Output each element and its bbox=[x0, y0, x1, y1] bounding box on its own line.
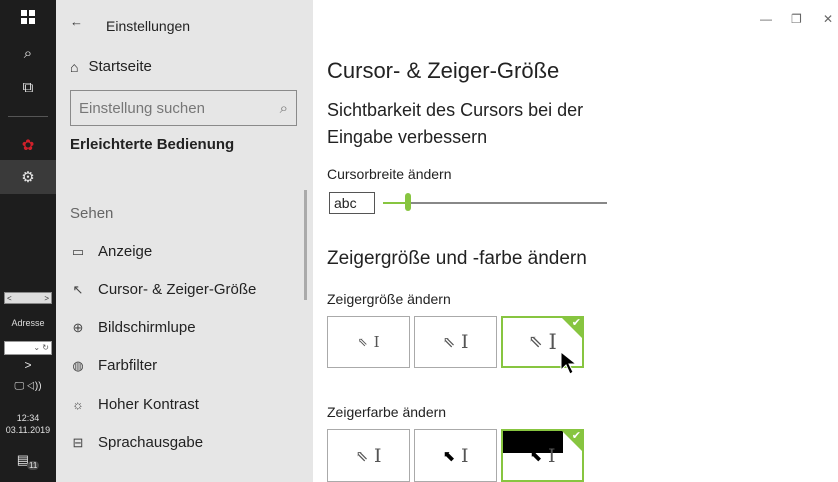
checkmark-icon: ✔ bbox=[571, 316, 581, 329]
category-heading[interactable]: Erleichterte Bedienung bbox=[70, 136, 234, 153]
pointer-arrow-icon: ⇖ bbox=[357, 335, 368, 349]
app-flower-icon[interactable]: ✿ bbox=[0, 128, 56, 162]
sun-icon: ☼ bbox=[72, 397, 84, 412]
scroll-left-icon[interactable]: < bbox=[7, 294, 12, 303]
monitor-icon: ▭ bbox=[71, 243, 85, 259]
pointer-section-heading: Zeigergröße und -farbe ändern bbox=[327, 248, 587, 269]
settings-search-input[interactable]: Einstellung suchen ⌕ bbox=[70, 90, 297, 126]
sidebar-item-label: Anzeige bbox=[98, 243, 153, 260]
sidebar-item-anzeige[interactable]: ▭ Anzeige bbox=[70, 243, 152, 260]
clock-date: 03.11.2019 bbox=[5, 425, 51, 435]
address-input[interactable]: ⌄ ↻ bbox=[4, 341, 52, 355]
section-heading: Sichtbarkeit des Cursors bei der Eingabe… bbox=[327, 100, 584, 147]
notification-count: 11 bbox=[26, 460, 40, 470]
text-cursor-icon: I bbox=[461, 444, 469, 467]
task-view-icon[interactable]: ⧉ bbox=[0, 70, 56, 104]
cursor-preview: abc bbox=[329, 192, 375, 214]
magnifier-icon: ⊕ bbox=[72, 319, 84, 335]
main-content: — ❐ ✕ Cursor- & Zeiger-Größe Sichtbarkei… bbox=[313, 0, 838, 482]
checkmark-icon: ✔ bbox=[571, 429, 581, 442]
clock-time: 12:34 bbox=[16, 413, 40, 423]
page-title: Cursor- & Zeiger-Größe bbox=[327, 58, 560, 83]
pointer-size-label: Zeigergröße ändern bbox=[327, 291, 451, 307]
pointer-color-label: Zeigerfarbe ändern bbox=[327, 404, 447, 420]
back-arrow-icon[interactable]: ← bbox=[70, 14, 83, 29]
pointer-arrow-icon: ⬉ bbox=[442, 446, 456, 465]
mouse-pointer-icon bbox=[560, 350, 578, 375]
pointer-arrow-icon: ⬉ bbox=[529, 446, 543, 465]
search-placeholder: Einstellung suchen bbox=[79, 99, 205, 117]
sidebar-item-narrator[interactable]: ⊟ Sprachausgabe bbox=[70, 434, 204, 451]
minimize-button[interactable]: — bbox=[760, 12, 772, 26]
cursor-width-slider-thumb[interactable] bbox=[405, 193, 411, 211]
sidebar-item-label: Cursor- & Zeiger-Größe bbox=[98, 281, 257, 298]
group-heading: Sehen bbox=[70, 205, 114, 222]
cursor-width-slider-track[interactable] bbox=[383, 202, 607, 204]
restore-button[interactable]: ❐ bbox=[791, 12, 802, 26]
cursor-preview-text: abc bbox=[334, 195, 357, 211]
pointer-size-option-small[interactable]: ⇖ I bbox=[327, 316, 410, 368]
pointer-arrow-icon: ⇖ bbox=[442, 333, 456, 351]
text-cursor-icon: I bbox=[373, 333, 380, 351]
home-icon: ⌂ bbox=[70, 58, 79, 75]
taskbar-divider bbox=[8, 116, 48, 117]
sidebar-item-color-filter[interactable]: ◍ Farbfilter bbox=[70, 357, 157, 374]
cursor-width-label: Cursorbreite ändern bbox=[327, 166, 452, 182]
scroll-right-icon[interactable]: > bbox=[44, 294, 49, 303]
sidebar-item-label: Bildschirmlupe bbox=[98, 319, 196, 336]
tray-icons[interactable]: 🖵 ◁)) bbox=[0, 376, 56, 396]
sidebar-item-high-contrast[interactable]: ☼ Hoher Kontrast bbox=[70, 396, 199, 413]
sidebar-item-label: Farbfilter bbox=[98, 357, 158, 374]
address-go-icon[interactable]: > bbox=[0, 356, 56, 374]
pointer-arrow-icon: ⇖ bbox=[528, 332, 543, 352]
settings-sidebar: ← Einstellungen ⌂ Startseite Einstellung… bbox=[56, 0, 313, 482]
start-button[interactable] bbox=[0, 0, 56, 34]
narrator-icon: ⊟ bbox=[72, 434, 84, 450]
clock[interactable]: 12:34 03.11.2019 bbox=[0, 412, 56, 436]
text-cursor-icon: I bbox=[374, 444, 382, 467]
app-title: Einstellungen bbox=[106, 18, 191, 34]
search-icon[interactable]: ⌕ bbox=[0, 36, 56, 70]
settings-gear-icon[interactable]: ⚙ bbox=[0, 160, 56, 194]
palette-icon: ◍ bbox=[72, 357, 84, 373]
taskbar-scroller[interactable]: < > bbox=[4, 292, 52, 304]
address-label: Adresse bbox=[11, 318, 45, 328]
sidebar-item-label: Hoher Kontrast bbox=[98, 396, 199, 413]
pointer-arrow-icon: ⇖ bbox=[355, 446, 369, 465]
sidebar-scrollbar[interactable] bbox=[304, 190, 307, 300]
pointer-color-option-inverted[interactable]: ⬉ I ✔ bbox=[501, 429, 584, 482]
search-icon: ⌕ bbox=[279, 99, 288, 117]
home-label: Startseite bbox=[88, 58, 152, 75]
windows-icon bbox=[21, 10, 35, 24]
close-button[interactable]: ✕ bbox=[823, 12, 833, 26]
pointer-color-option-black[interactable]: ⬉ I bbox=[414, 429, 497, 482]
settings-window: ⌕ ⧉ ✿ ⚙ < > Adresse ⌄ ↻ > 🖵 ◁)) 12:34 03… bbox=[0, 0, 838, 482]
sidebar-item-label: Sprachausgabe bbox=[98, 434, 204, 451]
pointer-color-option-white[interactable]: ⇖ I bbox=[327, 429, 410, 482]
notification-center-button[interactable]: ▤ 11 bbox=[0, 444, 56, 476]
home-nav-item[interactable]: ⌂ Startseite bbox=[70, 58, 152, 75]
text-cursor-icon: I bbox=[548, 330, 557, 354]
cursor-icon: ↖ bbox=[72, 281, 84, 297]
taskbar: ⌕ ⧉ ✿ ⚙ < > Adresse ⌄ ↻ > 🖵 ◁)) 12:34 03… bbox=[0, 0, 56, 482]
sidebar-item-magnifier[interactable]: ⊕ Bildschirmlupe bbox=[70, 319, 196, 336]
pointer-size-option-medium[interactable]: ⇖ I bbox=[414, 316, 497, 368]
sidebar-item-cursor[interactable]: ↖ Cursor- & Zeiger-Größe bbox=[70, 281, 257, 298]
text-cursor-icon: I bbox=[548, 444, 556, 467]
text-cursor-icon: I bbox=[461, 331, 469, 353]
